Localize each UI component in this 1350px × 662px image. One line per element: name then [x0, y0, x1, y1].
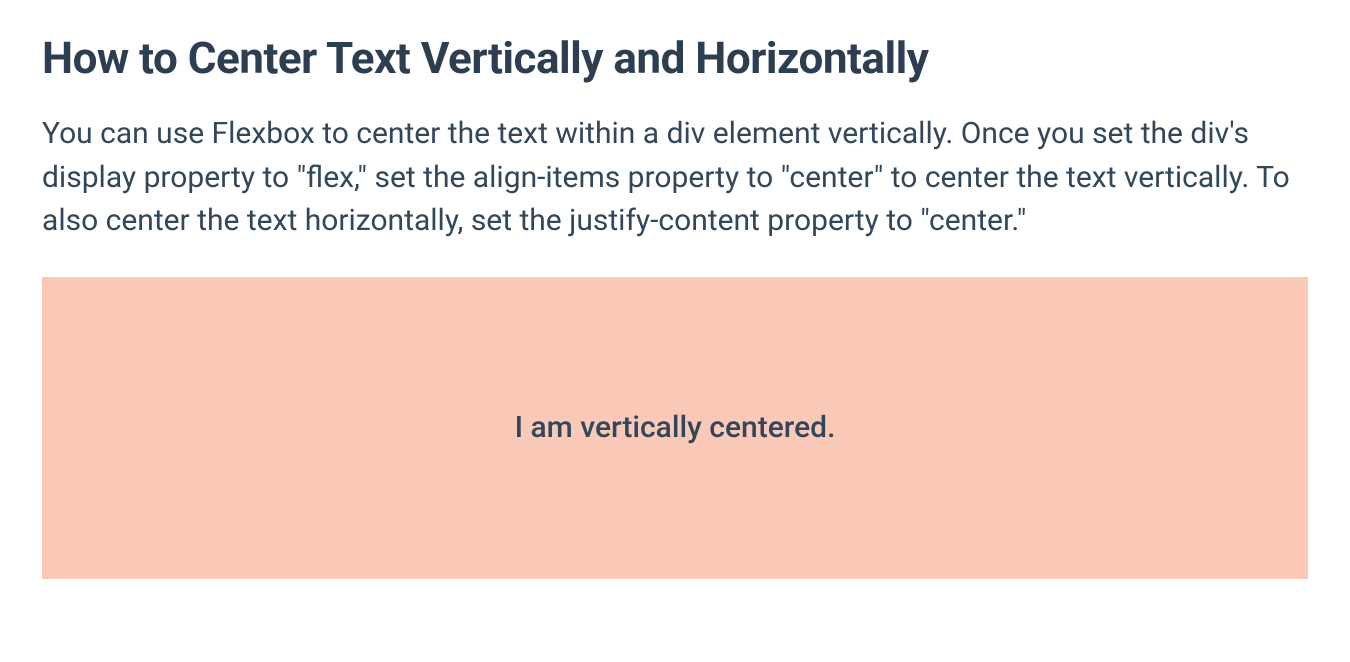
- description-paragraph: You can use Flexbox to center the text w…: [42, 112, 1308, 243]
- centered-text-label: I am vertically centered.: [515, 410, 836, 445]
- flexbox-demo-container: I am vertically centered.: [42, 277, 1308, 579]
- page-title: How to Center Text Vertically and Horizo…: [42, 32, 1308, 84]
